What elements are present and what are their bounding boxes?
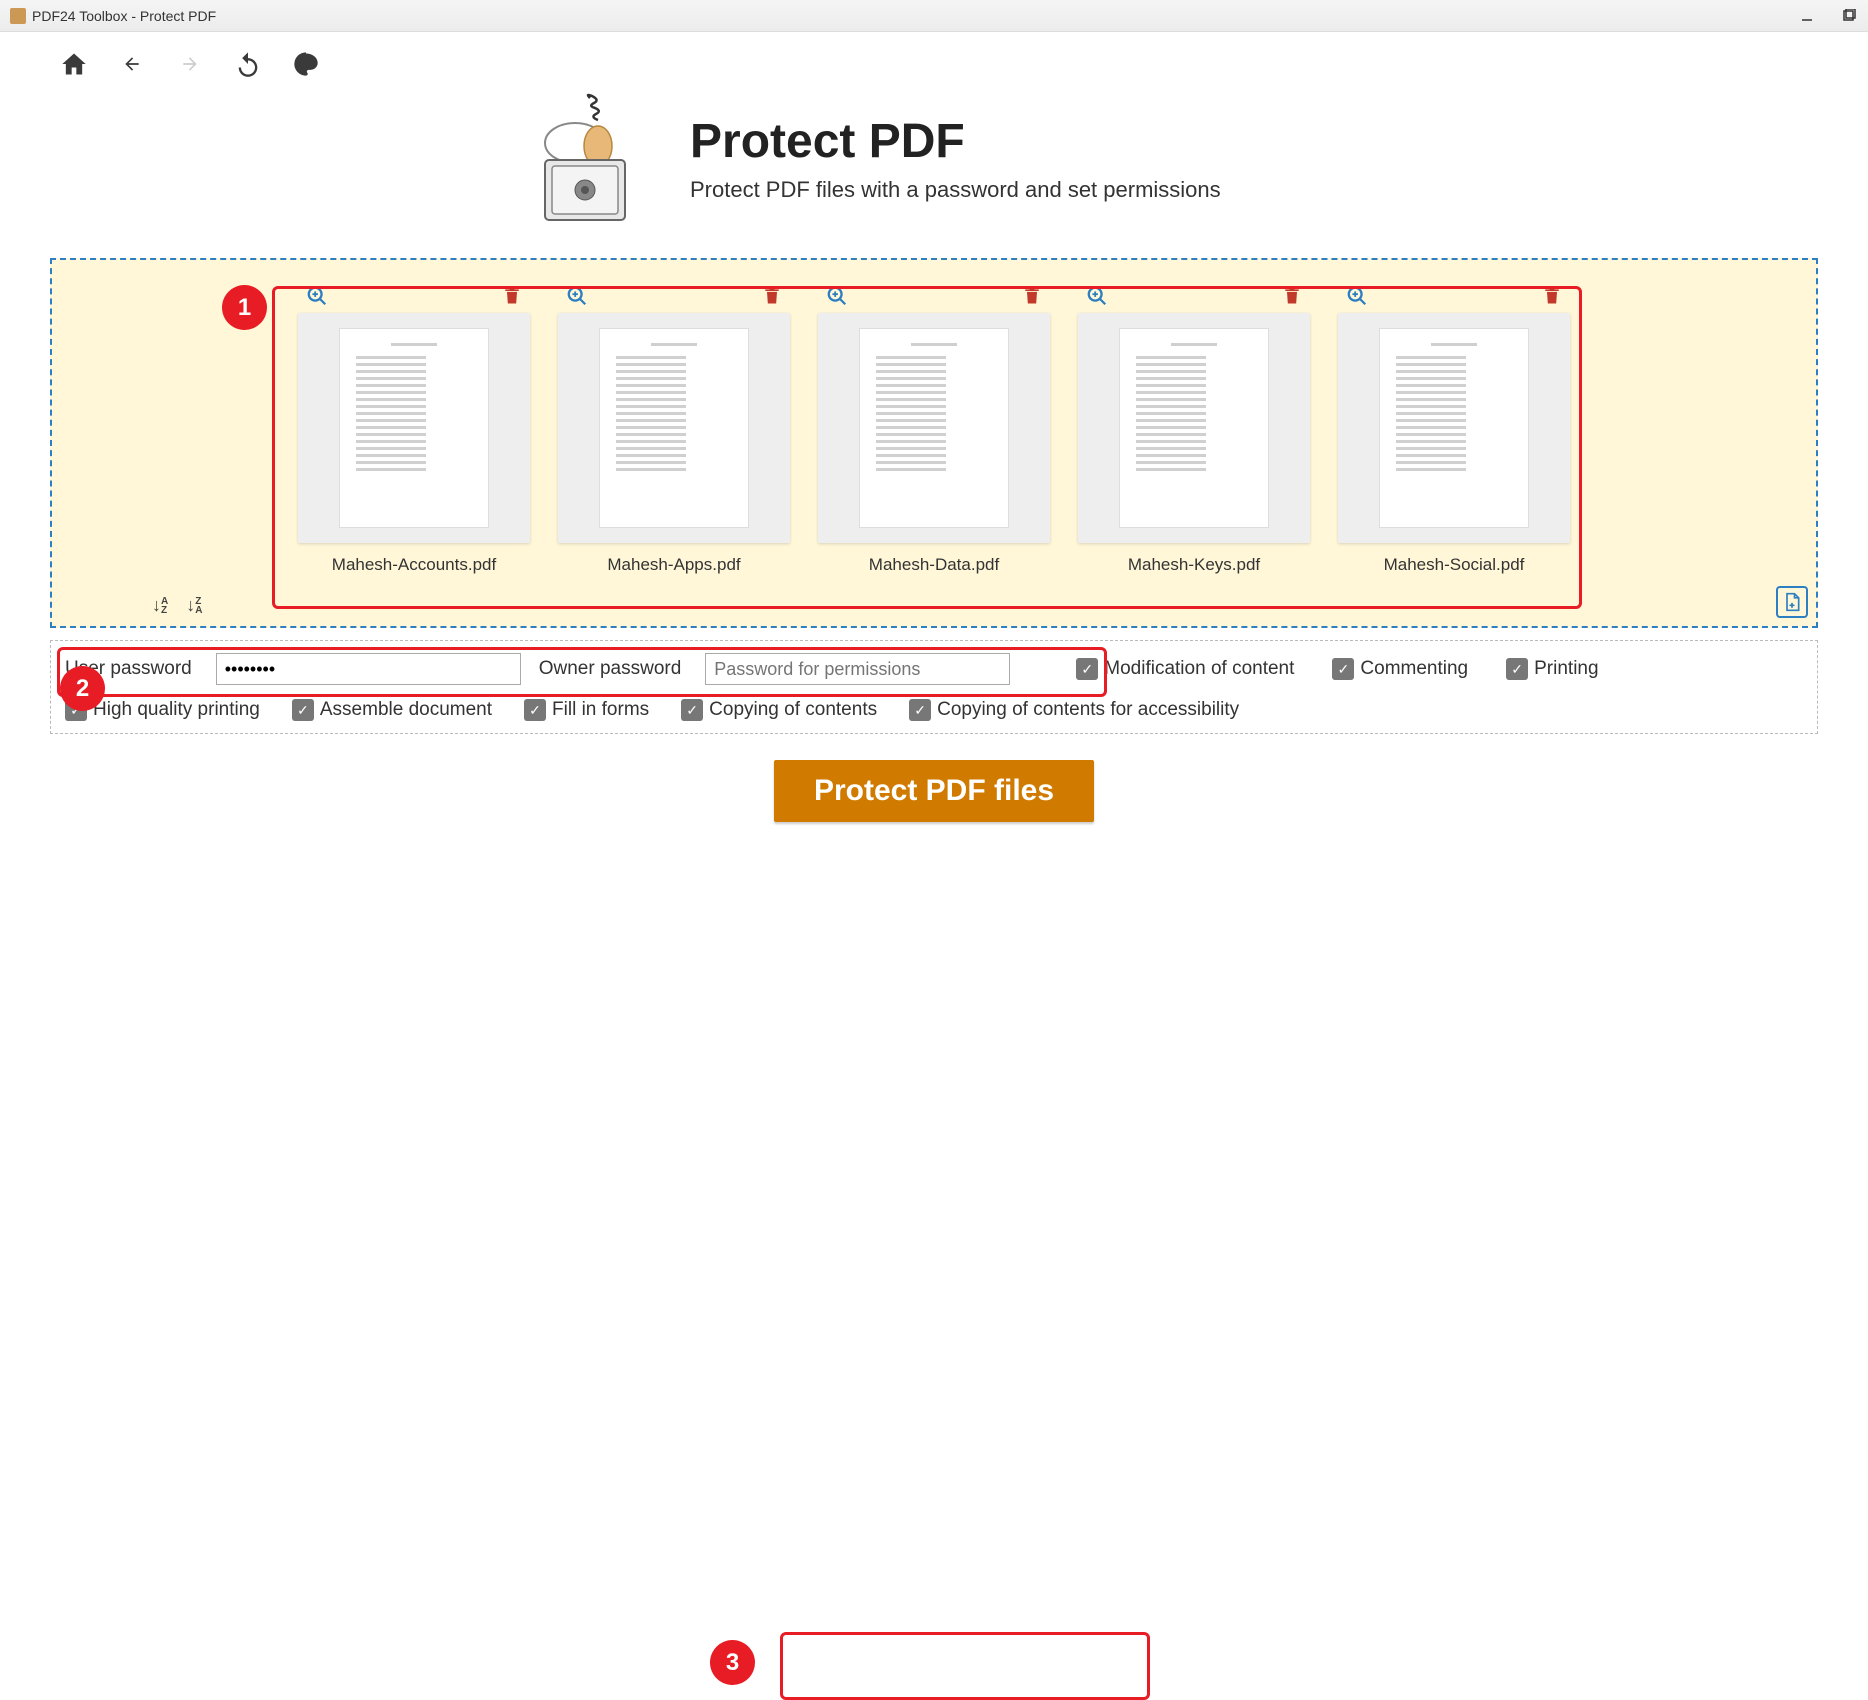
annotation-marker-2: 2 [60, 666, 105, 711]
navbar [0, 32, 1868, 78]
file-thumbnail [1338, 313, 1570, 543]
file-thumbnail [558, 313, 790, 543]
checkbox-label: Printing [1534, 658, 1598, 680]
file-name: Mahesh-Keys.pdf [1078, 543, 1310, 575]
back-icon[interactable] [118, 50, 146, 78]
theme-icon[interactable] [292, 50, 320, 78]
checkbox-printing[interactable]: ✓ [1506, 658, 1528, 680]
checkbox-copy-access[interactable]: ✓ [909, 699, 931, 721]
checkbox-label: Modification of content [1104, 658, 1294, 680]
sort-za-icon[interactable]: ↓ZA [186, 595, 202, 616]
checkbox-label: Copying of contents for accessibility [937, 699, 1239, 721]
annotation-marker-1: 1 [222, 285, 267, 330]
file-thumbnail [1078, 313, 1310, 543]
file-card[interactable]: Mahesh-Keys.pdf [1078, 285, 1310, 575]
checkbox-commenting[interactable]: ✓ [1332, 658, 1354, 680]
file-name: Mahesh-Accounts.pdf [298, 543, 530, 575]
file-name: Mahesh-Data.pdf [818, 543, 1050, 575]
checkbox-label: Fill in forms [552, 699, 649, 721]
checkbox-label: Assemble document [320, 699, 492, 721]
user-password-input[interactable] [216, 653, 521, 685]
home-icon[interactable] [60, 50, 88, 78]
file-name: Mahesh-Social.pdf [1338, 543, 1570, 575]
maximize-button[interactable] [1840, 7, 1858, 25]
file-dropzone[interactable]: 1 Mahesh-Accounts.pdf Mahesh-Apps.pdf [50, 258, 1818, 628]
file-thumbnail [818, 313, 1050, 543]
trash-icon[interactable] [502, 285, 522, 307]
files-row: Mahesh-Accounts.pdf Mahesh-Apps.pdf Mahe… [272, 285, 1596, 575]
checkbox-fill-forms[interactable]: ✓ [524, 699, 546, 721]
file-card[interactable]: Mahesh-Apps.pdf [558, 285, 790, 575]
file-card[interactable]: Mahesh-Accounts.pdf [298, 285, 530, 575]
safe-illustration [520, 88, 650, 228]
zoom-icon[interactable] [566, 285, 588, 307]
annotation-marker-3: 3 [710, 1640, 755, 1685]
file-card[interactable]: Mahesh-Data.pdf [818, 285, 1050, 575]
annotation-outline-3 [780, 1632, 1150, 1700]
reload-icon[interactable] [234, 50, 262, 78]
page-title: Protect PDF [690, 114, 1221, 169]
checkbox-copy[interactable]: ✓ [681, 699, 703, 721]
file-name: Mahesh-Apps.pdf [558, 543, 790, 575]
titlebar: PDF24 Toolbox - Protect PDF [0, 0, 1868, 32]
trash-icon[interactable] [762, 285, 782, 307]
checkbox-label: Commenting [1360, 658, 1468, 680]
app-icon [10, 8, 26, 24]
owner-password-label: Owner password [539, 658, 682, 680]
page-subtitle: Protect PDF files with a password and se… [690, 177, 1221, 203]
owner-password-input[interactable] [705, 653, 1010, 685]
add-file-icon[interactable] [1776, 586, 1808, 618]
trash-icon[interactable] [1282, 285, 1302, 307]
sort-az-icon[interactable]: ↓AZ [152, 595, 168, 616]
zoom-icon[interactable] [826, 285, 848, 307]
zoom-icon[interactable] [306, 285, 328, 307]
zoom-icon[interactable] [1086, 285, 1108, 307]
checkbox-label: Copying of contents [709, 699, 877, 721]
options-panel: User password Owner password ✓Modificati… [50, 640, 1818, 734]
trash-icon[interactable] [1022, 285, 1042, 307]
trash-icon[interactable] [1542, 285, 1562, 307]
protect-button[interactable]: Protect PDF files [774, 760, 1094, 822]
checkbox-label: High quality printing [93, 699, 260, 721]
file-thumbnail [298, 313, 530, 543]
file-card[interactable]: Mahesh-Social.pdf [1338, 285, 1570, 575]
checkbox-modification[interactable]: ✓ [1076, 658, 1098, 680]
page-header: Protect PDF Protect PDF files with a pas… [0, 78, 1868, 258]
forward-icon [176, 50, 204, 78]
minimize-button[interactable] [1798, 7, 1816, 25]
window-title: PDF24 Toolbox - Protect PDF [32, 8, 216, 24]
checkbox-assemble[interactable]: ✓ [292, 699, 314, 721]
zoom-icon[interactable] [1346, 285, 1368, 307]
